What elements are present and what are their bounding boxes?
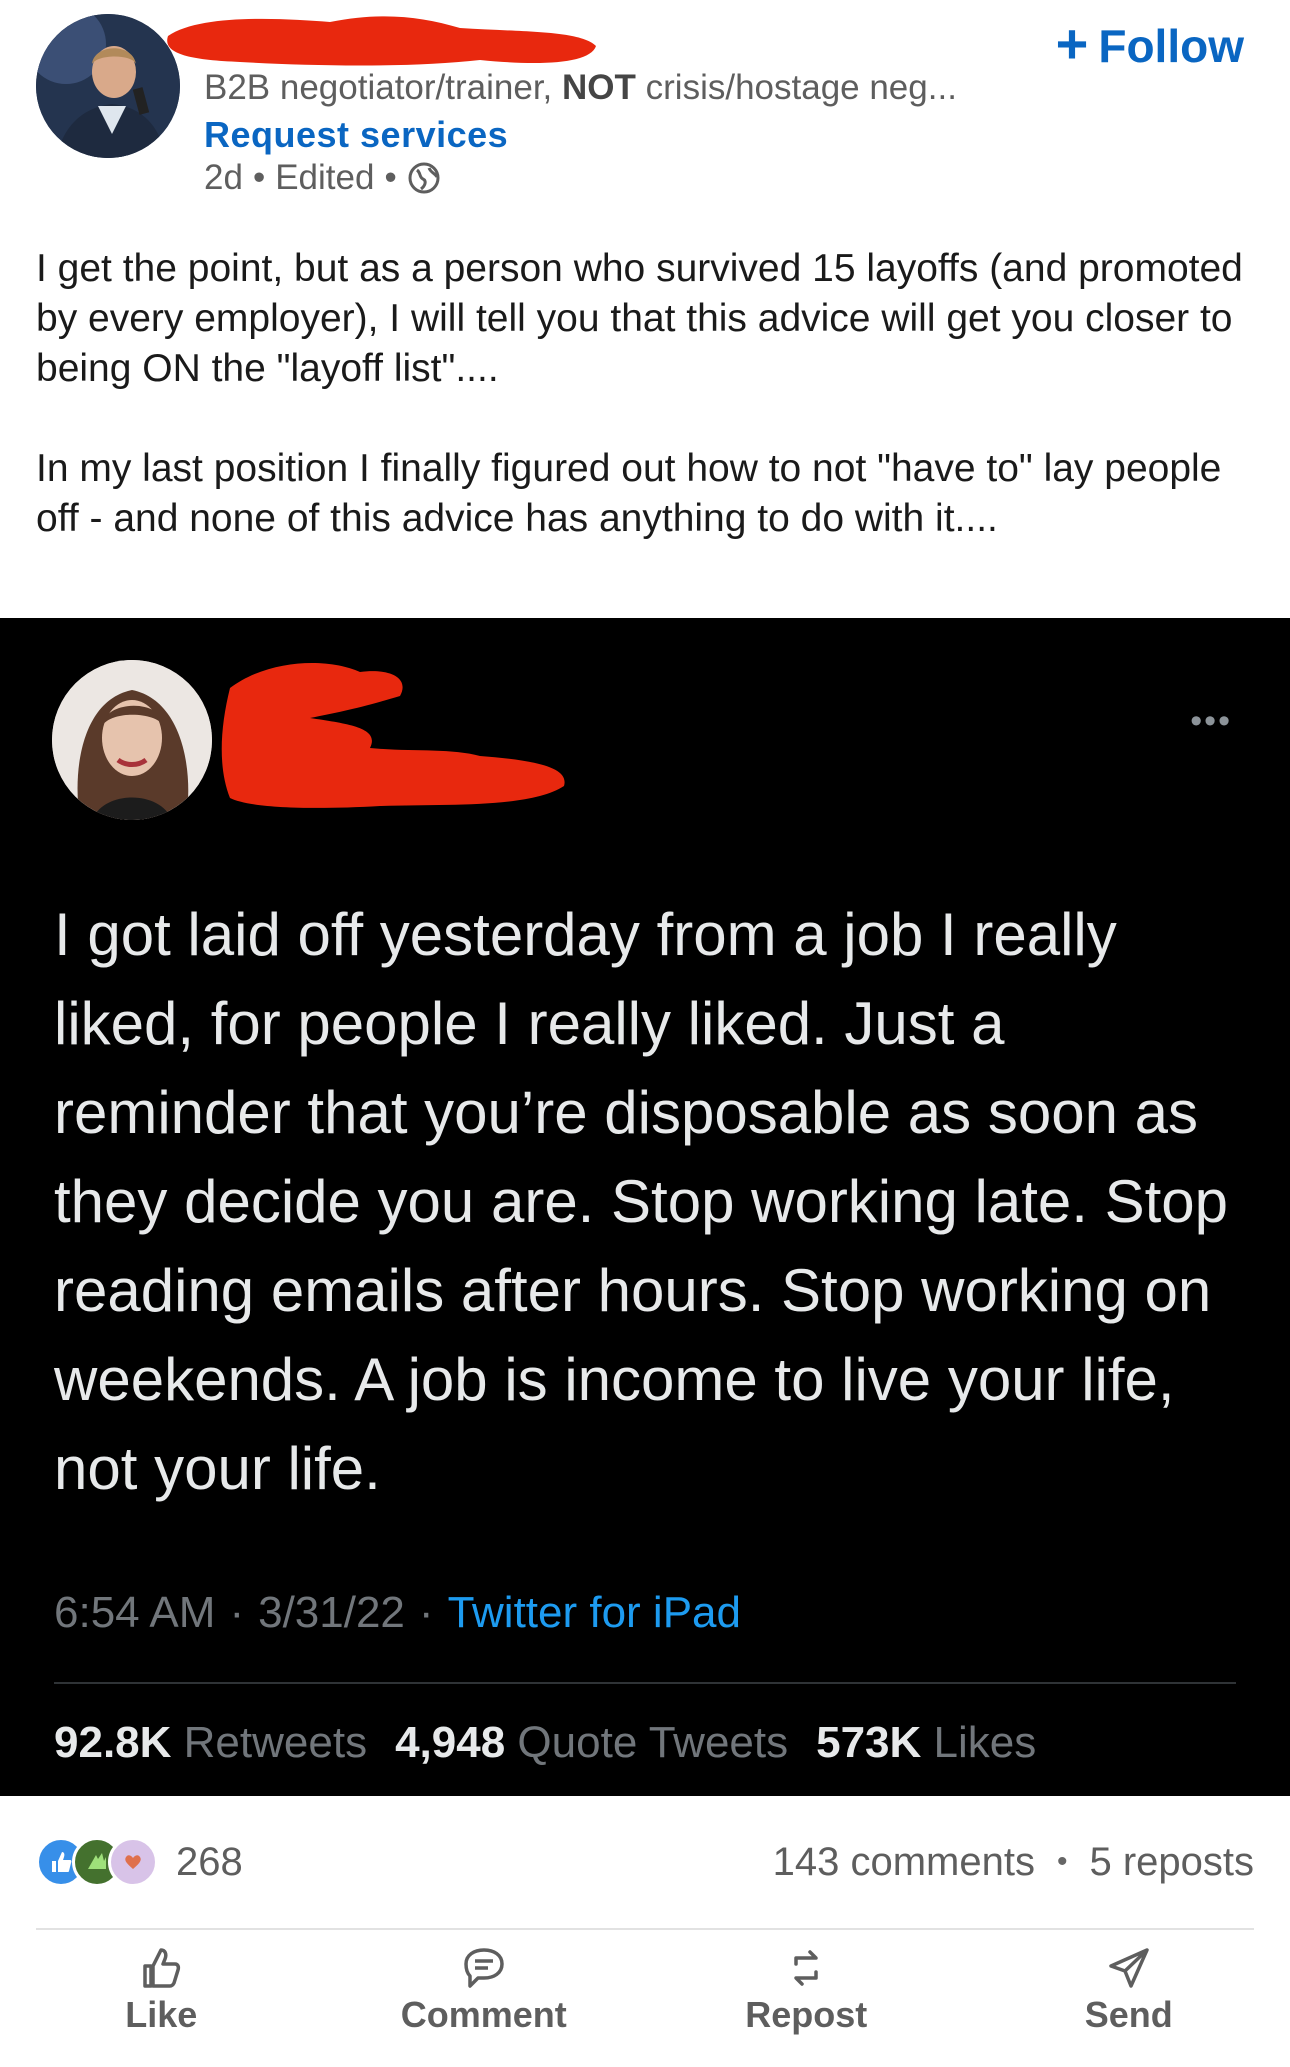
tweet-source: Twitter for iPad — [447, 1588, 741, 1637]
thumbs-up-icon — [143, 1948, 181, 1988]
meta-dot: · — [229, 1588, 245, 1637]
comments-count[interactable]: 143 comments — [773, 1840, 1035, 1885]
like-button[interactable]: Like — [31, 1944, 291, 2054]
author-headline: B2B negotiator/trainer, NOT crisis/hosta… — [204, 68, 1024, 108]
like-label: Like — [125, 1994, 198, 2035]
tweet-meta: 6:54 AM · 3/31/22 · Twitter for iPad — [54, 1588, 741, 1638]
comment-icon — [464, 1948, 504, 1988]
redacted-name — [167, 16, 596, 66]
reactions-summary[interactable]: 268 — [36, 1837, 243, 1887]
comment-button[interactable]: Comment — [354, 1944, 614, 2054]
likes-count: 573K — [816, 1718, 922, 1767]
repost-label: Repost — [745, 1994, 868, 2035]
more-options-icon[interactable]: ••• — [1190, 702, 1232, 741]
quotes-count: 4,948 — [395, 1718, 506, 1767]
plus-icon: + — [1055, 12, 1089, 75]
tweet-date: 3/31/22 — [258, 1588, 405, 1637]
reposts-count[interactable]: 5 reposts — [1089, 1840, 1254, 1885]
follow-button[interactable]: + Follow — [1056, 16, 1244, 76]
send-icon — [1109, 1948, 1149, 1988]
post-body: I get the point, but as a person who sur… — [36, 244, 1266, 594]
quotes-stat: 4,948 Quote Tweets — [395, 1718, 788, 1768]
social-counts: 268 143 comments • 5 reposts — [36, 1834, 1254, 1890]
divider — [36, 1928, 1254, 1930]
tweet-stats: 92.8K Retweets 4,948 Quote Tweets 573K L… — [54, 1718, 1036, 1768]
repost-icon — [794, 1950, 818, 1986]
divider — [54, 1682, 1236, 1684]
globe-icon — [408, 162, 440, 194]
send-button[interactable]: Send — [999, 1944, 1259, 2054]
request-services-link[interactable]: Request services — [204, 114, 508, 156]
retweets-count: 92.8K — [54, 1718, 172, 1767]
meta-dot: • — [1056, 1845, 1068, 1878]
headline-prefix: B2B negotiator/trainer, — [204, 68, 553, 107]
post-paragraph: I get the point, but as a person who sur… — [36, 247, 1243, 390]
meta-dot: • — [384, 158, 397, 197]
author-avatar[interactable] — [36, 14, 180, 158]
redacted-handle — [221, 662, 565, 808]
quotes-label: Quote Tweets — [517, 1718, 789, 1767]
engagement-counts: 143 comments • 5 reposts — [773, 1840, 1254, 1885]
post-meta: 2d • Edited • — [204, 158, 441, 198]
post-time: 2d — [204, 158, 243, 197]
reactions-count: 268 — [176, 1839, 243, 1884]
tweet-text: I got laid off yesterday from a job I re… — [54, 901, 1229, 1502]
send-label: Send — [1084, 1994, 1173, 2035]
follow-label: Follow — [1098, 20, 1244, 72]
retweets-label: Retweets — [183, 1718, 368, 1767]
comment-label: Comment — [400, 1994, 567, 2035]
post-paragraph: In my last position I finally figured ou… — [36, 447, 1222, 540]
meta-dot: • — [252, 158, 266, 197]
likes-label: Likes — [933, 1718, 1037, 1767]
meta-dot: · — [418, 1588, 434, 1637]
support-icon — [108, 1837, 158, 1887]
headline-bold: NOT — [562, 68, 636, 107]
post-header: + Follow B2B negotiator/trainer, NOT cri… — [0, 0, 1290, 220]
repost-button[interactable]: Repost — [676, 1944, 936, 2054]
action-bar: Like Comment Repost Send — [0, 1944, 1290, 2054]
retweets-stat: 92.8K Retweets — [54, 1718, 367, 1768]
tweet-time: 6:54 AM — [54, 1588, 216, 1637]
tweet-image[interactable]: ••• I got laid off yesterday from a job … — [0, 618, 1290, 1796]
headline-suffix: crisis/hostage neg... — [645, 68, 957, 107]
tweet-author-avatar — [52, 660, 212, 820]
edited-label: Edited — [275, 158, 375, 197]
likes-stat: 573K Likes — [816, 1718, 1036, 1768]
